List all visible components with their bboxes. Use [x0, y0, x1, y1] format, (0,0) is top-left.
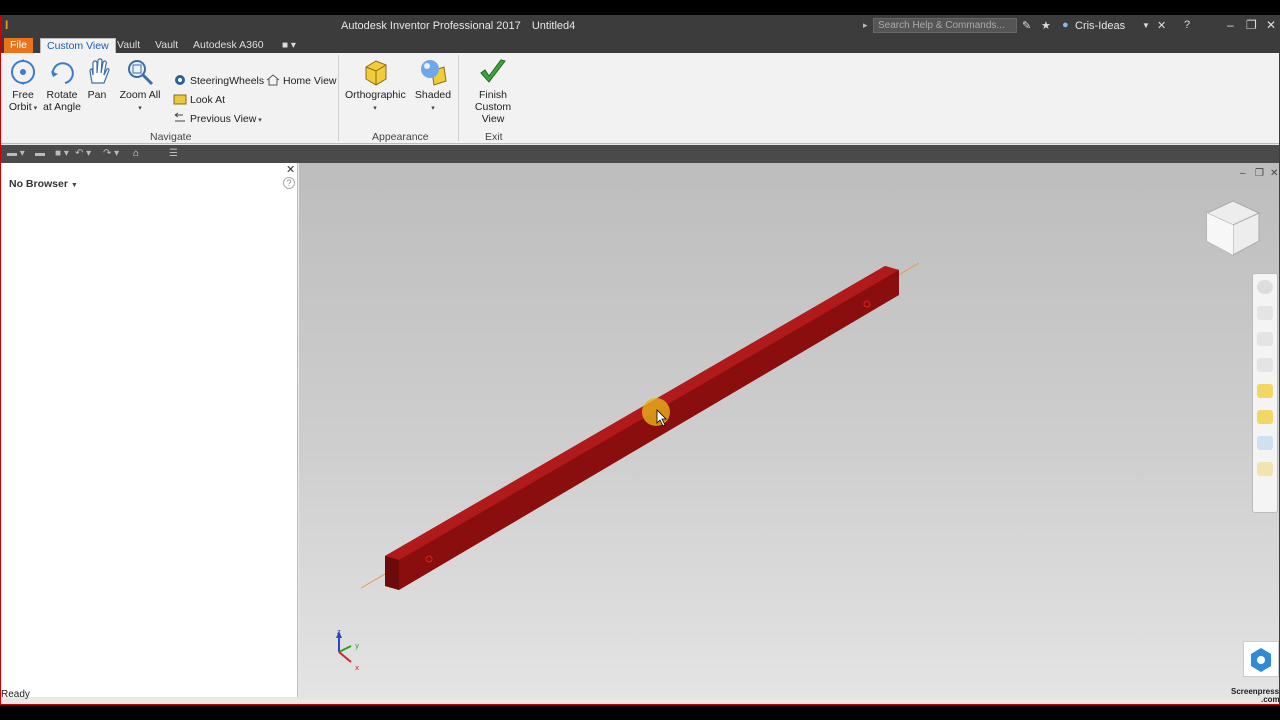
- finish-label-2: View: [481, 113, 505, 125]
- minimize-icon[interactable]: –: [1227, 18, 1234, 32]
- home-view-label: Home View: [283, 75, 337, 87]
- home-icon[interactable]: ⌂: [133, 148, 139, 159]
- rotate-label-1: Rotate: [46, 89, 78, 101]
- favorites-star-icon[interactable]: ★: [1041, 19, 1051, 32]
- shaded-sphere-icon: [421, 60, 447, 86]
- document-title: Untitled4: [531, 20, 576, 32]
- previous-view-icon: [174, 112, 185, 122]
- rotate-at-angle-button[interactable]: Rotate at Angle: [43, 57, 81, 113]
- coordinate-triad-icon: z y x: [336, 628, 359, 672]
- exit-group-label: Exit: [485, 131, 503, 143]
- watermark-line-2: .com: [1261, 695, 1280, 704]
- tab-autodesk-a360[interactable]: Autodesk A360: [187, 38, 270, 53]
- svg-text:y: y: [355, 642, 359, 650]
- tab-vault-1[interactable]: Vault: [111, 38, 146, 53]
- browser-title[interactable]: No Browser ▼: [9, 178, 78, 190]
- zoom-all-label: Zoom All: [119, 89, 161, 101]
- orthographic-dropdown-icon[interactable]: ▾: [373, 105, 377, 112]
- pan-button[interactable]: Pan: [83, 57, 111, 101]
- free-orbit-button[interactable]: Free Orbit ▾: [5, 57, 41, 115]
- free-orbit-label-2: Orbit: [8, 101, 32, 113]
- home-icon: [266, 74, 280, 86]
- previous-view-label: Previous View: [190, 113, 257, 125]
- browser-close-icon[interactable]: ✕: [286, 163, 295, 176]
- zoom-all-icon: [128, 60, 154, 86]
- save-icon[interactable]: ■ ▾: [55, 148, 69, 159]
- graphics-viewport[interactable]: – ❐ ✕ z y x: [299, 163, 1279, 699]
- app-title: Autodesk Inventor Professional 2017: [341, 20, 521, 32]
- share-icon: [1251, 648, 1271, 672]
- finish-label-1: Finish Custom: [474, 89, 512, 113]
- svg-text:z: z: [337, 628, 341, 636]
- camera-dropdown-icon[interactable]: ■ ▾: [282, 40, 296, 51]
- navigate-group-label: Navigate: [150, 131, 192, 143]
- shaded-button[interactable]: Shaded ▾: [413, 57, 453, 115]
- pan-label: Pan: [87, 89, 107, 101]
- undo-icon[interactable]: ↶ ▾: [75, 148, 91, 159]
- free-orbit-icon: [11, 59, 35, 85]
- appearance-group-label: Appearance: [372, 131, 429, 143]
- look-at-icon: [173, 94, 187, 105]
- help-search-input[interactable]: Search Help & Commands...: [873, 18, 1017, 33]
- steering-wheels-button[interactable]: SteeringWheels: [173, 74, 264, 87]
- svg-text:x: x: [355, 664, 359, 672]
- beam-top-face: [385, 266, 899, 560]
- browser-help-icon[interactable]: ?: [283, 177, 295, 189]
- zoom-all-button[interactable]: Zoom All ▾: [119, 57, 161, 115]
- binoculars-icon[interactable]: ✎: [1022, 19, 1031, 32]
- ribbon-separator: [338, 55, 339, 141]
- new-file-icon[interactable]: ▬ ▾: [7, 148, 25, 159]
- beam-model-canvas: [360, 262, 920, 590]
- browser-dropdown-icon[interactable]: ▼: [71, 182, 78, 189]
- steering-wheel-icon: [175, 75, 185, 85]
- screenpresso-watermark: Screenpresso .com: [1231, 688, 1280, 704]
- help-icon[interactable]: ?: [1184, 19, 1190, 31]
- look-at-button[interactable]: Look At: [173, 93, 225, 106]
- cursor-highlight: [642, 398, 670, 426]
- model-browser-panel: ✕ No Browser ▼ ?: [1, 163, 298, 697]
- finish-custom-view-button[interactable]: Finish Custom View: [461, 57, 525, 125]
- customize-quick-access-icon[interactable]: ☰: [169, 148, 178, 159]
- tab-file[interactable]: File: [4, 38, 33, 53]
- title-bar: I Autodesk Inventor Professional 2017 Un…: [1, 16, 1279, 37]
- look-at-label: Look At: [190, 94, 226, 106]
- ribbon-separator: [458, 55, 459, 141]
- close-window-icon[interactable]: ✕: [1266, 18, 1276, 32]
- inventor-window: I Autodesk Inventor Professional 2017 Un…: [0, 15, 1280, 705]
- steering-wheels-label: SteeringWheels: [190, 75, 265, 87]
- browser-title-text: No Browser: [9, 178, 68, 190]
- ribbon-panel: Free Orbit ▾ Rotate at Angle Pan Zoom Al…: [1, 53, 1279, 144]
- orthographic-button[interactable]: Orthographic ▾: [345, 57, 406, 115]
- tab-vault-2[interactable]: Vault: [149, 38, 184, 53]
- inventor-logo-icon[interactable]: I: [5, 18, 17, 34]
- shaded-dropdown-icon[interactable]: ▾: [431, 105, 435, 112]
- quick-access-bar: ▬ ▾ ▬ ■ ▾ ↶ ▾ ↷ ▾ ⌂ ☰: [1, 145, 1279, 163]
- rotate-at-angle-icon: [51, 62, 74, 84]
- open-file-icon[interactable]: ▬: [35, 148, 45, 159]
- hand-icon: [89, 58, 110, 84]
- ribbon-tabs: File Custom View Vault Vault Autodesk A3…: [1, 37, 1279, 53]
- exchange-apps-icon[interactable]: ✕: [1157, 19, 1166, 32]
- status-bar: [1, 699, 1279, 704]
- orthographic-cube-icon: [365, 60, 387, 86]
- redo-icon[interactable]: ↷ ▾: [103, 148, 119, 159]
- free-orbit-label-1: Free: [12, 89, 34, 101]
- search-expand-icon[interactable]: ▸: [863, 20, 868, 31]
- status-text: Ready: [1, 689, 30, 700]
- zoom-all-dropdown-icon[interactable]: ▾: [138, 105, 142, 112]
- user-menu-chevron-icon[interactable]: ▼: [1142, 21, 1150, 30]
- share-view-badge[interactable]: [1243, 641, 1279, 677]
- tab-custom-view[interactable]: Custom View: [40, 38, 116, 53]
- user-name[interactable]: Cris-Ideas: [1075, 20, 1125, 32]
- home-view-button[interactable]: Home View: [266, 74, 337, 87]
- orthographic-label: Orthographic: [345, 89, 406, 101]
- user-icon: ●: [1062, 19, 1069, 31]
- rotate-label-2: at Angle: [43, 101, 81, 113]
- window-title: Autodesk Inventor Professional 2017 Unti…: [341, 20, 583, 32]
- shaded-label: Shaded: [414, 89, 452, 101]
- beam-end-face: [385, 556, 399, 590]
- previous-view-button[interactable]: Previous View ▾: [173, 112, 262, 125]
- restore-icon[interactable]: ❐: [1246, 18, 1257, 32]
- checkmark-icon: [480, 59, 506, 83]
